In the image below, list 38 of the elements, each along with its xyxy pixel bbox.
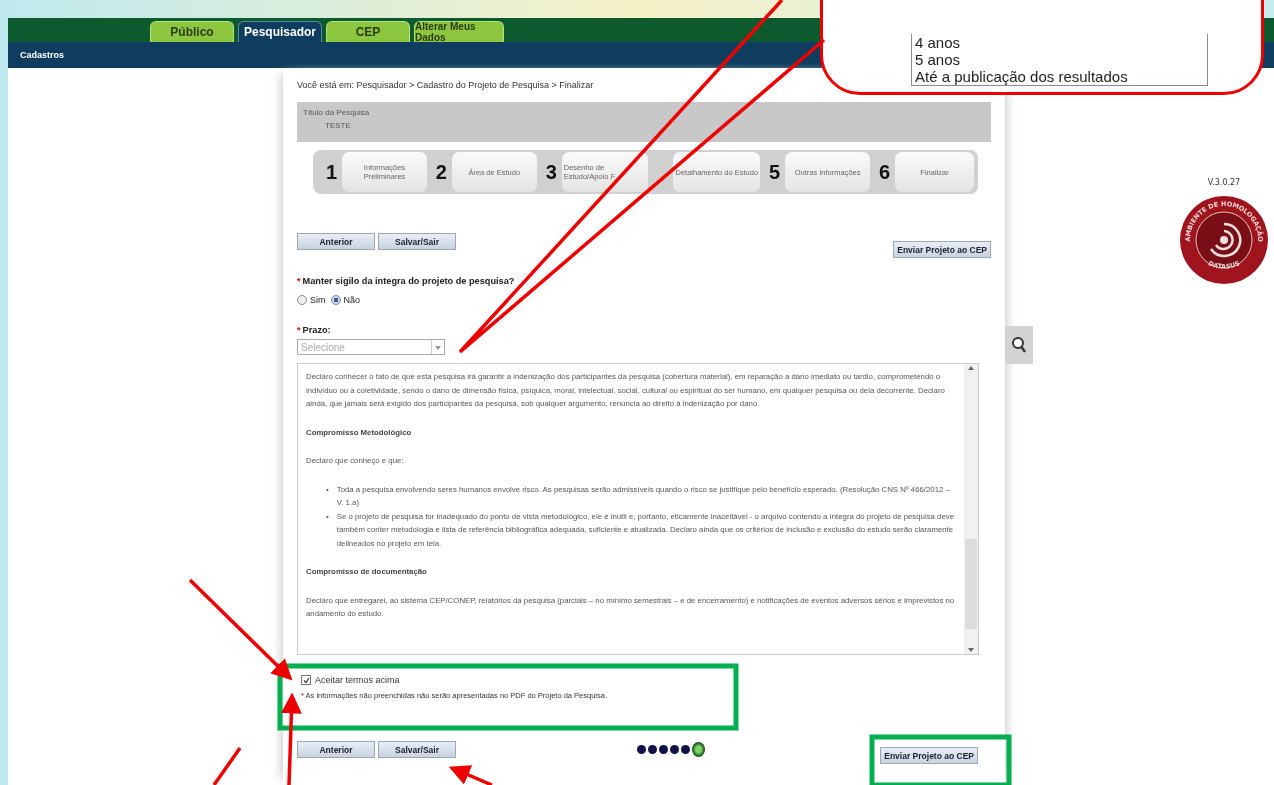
checkbox[interactable]	[301, 675, 311, 685]
dropdown-option[interactable]: 5 anos	[915, 51, 1207, 68]
step-number: 3	[544, 159, 558, 185]
scroll-up-icon[interactable]	[967, 364, 975, 372]
menu-link[interactable]: Cadastros	[20, 50, 64, 60]
nav-tab[interactable]: Alterar Meus Dados	[414, 21, 504, 42]
previous-button[interactable]: Anterior	[297, 233, 375, 250]
radio-button[interactable]	[297, 295, 307, 305]
submit-button[interactable]: Enviar Projeto ao CEP	[880, 747, 978, 764]
breadcrumb: Você está em: Pesquisador > Cadastro do Projeto de Pesquisa > Finalizar	[297, 80, 595, 92]
dropdown-list[interactable]: 4 anos 5 anos Até a publicação dos resultados	[911, 34, 1208, 86]
field-value: TESTE	[325, 121, 352, 130]
scroll-down-icon[interactable]	[967, 646, 975, 654]
save-exit-button[interactable]: Salvar/Sair	[378, 233, 456, 250]
radio-label: Sim	[310, 295, 326, 305]
radio-button[interactable]	[330, 295, 341, 305]
radio-label: Não	[343, 295, 360, 305]
field-label: * Prazo:	[297, 325, 332, 335]
step-number: 2	[434, 159, 448, 185]
scrollbar[interactable]	[964, 364, 978, 654]
dropdown-option[interactable]: Até a publicação dos resultados	[915, 68, 1207, 85]
checkbox-label: Aceitar termos acima	[315, 675, 400, 685]
submit-button[interactable]: Enviar Projeto ao CEP	[893, 241, 991, 258]
nav-tab[interactable]: Pesquisador	[238, 21, 322, 42]
search-icon[interactable]	[1005, 326, 1033, 364]
nav-tab[interactable]: CEP	[326, 21, 410, 42]
previous-button[interactable]: Anterior	[297, 741, 375, 758]
dropdown-option[interactable]: 4 anos	[915, 34, 1207, 51]
caret-icon	[431, 340, 444, 354]
nav-tab[interactable]: Público	[150, 21, 234, 42]
annotation-line	[212, 747, 242, 785]
step-number: 5	[768, 159, 782, 185]
annotation-arrow	[448, 765, 493, 785]
field-label: Título da Pesquisa	[303, 108, 371, 117]
save-exit-button[interactable]: Salvar/Sair	[378, 741, 456, 758]
step-number: 1	[325, 159, 339, 185]
step-number: 6	[877, 159, 892, 185]
question-label: * Manter sigilo da integra do projeto de pesquisa?	[297, 276, 516, 286]
